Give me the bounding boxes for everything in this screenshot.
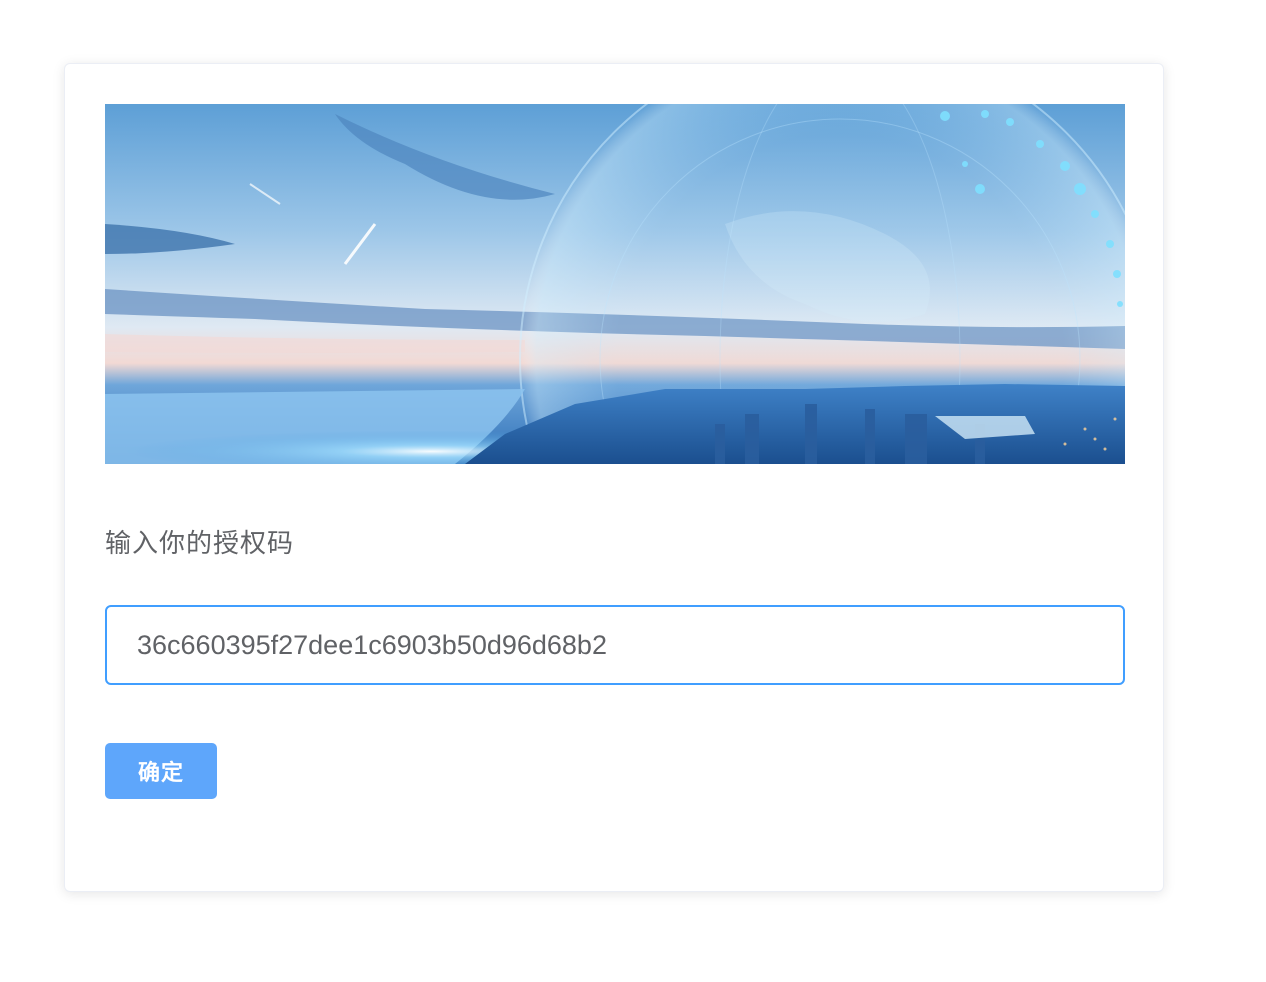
confirm-button[interactable]: 确定: [105, 743, 217, 799]
license-code-input[interactable]: [137, 607, 1087, 683]
license-card: 输入你的授权码 确定: [64, 63, 1164, 892]
banner-image: [105, 104, 1125, 464]
license-code-field[interactable]: [105, 605, 1125, 685]
license-code-label: 输入你的授权码: [105, 529, 295, 559]
